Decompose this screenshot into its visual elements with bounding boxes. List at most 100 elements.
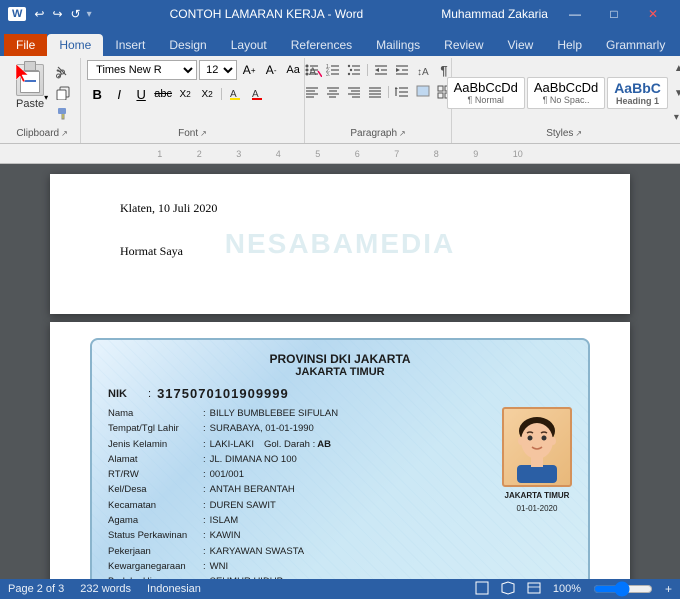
- letter-blank1: [120, 220, 560, 242]
- clipboard-group: Paste ▾ Clipboard ↗: [4, 58, 81, 143]
- font-group-content: Times New R 12 A+ A- Aa A B I U abc X2 X…: [87, 60, 298, 126]
- copy-button[interactable]: [52, 83, 74, 103]
- font-label: Font ↗: [87, 126, 298, 141]
- italic-button[interactable]: I: [109, 84, 129, 104]
- paste-button[interactable]: Paste ▾: [10, 60, 50, 114]
- font-expand-icon[interactable]: ↗: [200, 129, 207, 138]
- ktp-field-perkawinan: Status Perkawinan : KAWIN: [108, 529, 492, 542]
- ktp-photo-date: 01-01-2020: [517, 504, 558, 513]
- page-info: Page 2 of 3: [8, 583, 64, 595]
- align-center-button[interactable]: [323, 82, 343, 102]
- zoom-slider[interactable]: [593, 583, 653, 595]
- ribbon-tabs: File Home Insert Design Layout Reference…: [0, 28, 680, 56]
- tab-layout[interactable]: Layout: [219, 34, 279, 56]
- letter-date: Klaten, 10 Juli 2020: [120, 198, 560, 220]
- tab-mailings[interactable]: Mailings: [364, 34, 432, 56]
- subscript-button[interactable]: X2: [175, 84, 195, 104]
- styles-gallery-expand[interactable]: ▾: [674, 112, 680, 123]
- ktp-photo-area: JAKARTA TIMUR 01-01-2020: [502, 407, 572, 579]
- decrease-indent-button[interactable]: [371, 60, 391, 80]
- para-group-content: 1.2.3. ↕A ¶: [302, 60, 454, 126]
- line-spacing-button[interactable]: [392, 82, 412, 102]
- tab-grammarly[interactable]: Grammarly: [594, 34, 677, 56]
- sort-button[interactable]: ↕A: [413, 60, 433, 80]
- clipboard-group-content: Paste ▾: [10, 60, 74, 126]
- style-normal[interactable]: AaBbCcDd ¶ Normal: [447, 77, 525, 109]
- tab-insert[interactable]: Insert: [103, 34, 157, 56]
- align-left-button[interactable]: [302, 82, 322, 102]
- ktp-field-kecamatan: Kecamatan : DUREN SAWIT: [108, 499, 492, 512]
- letter-blank2: [120, 263, 560, 285]
- font-size-selector[interactable]: 12: [199, 60, 237, 80]
- ktp-body: Nama : BILLY BUMBLEBEE SIFULAN Tempat/Tg…: [108, 407, 572, 579]
- cut-button[interactable]: [52, 62, 74, 82]
- clipboard-expand-icon[interactable]: ↗: [61, 129, 68, 138]
- strikethrough-button[interactable]: abc: [153, 84, 173, 104]
- minimize-button[interactable]: —: [556, 0, 594, 28]
- quick-access-more[interactable]: ▾: [87, 9, 92, 20]
- style-heading1-preview: AaBbC: [614, 80, 661, 96]
- underline-button[interactable]: U: [131, 84, 151, 104]
- tab-help[interactable]: Help: [545, 34, 594, 56]
- format-painter-button[interactable]: [52, 104, 74, 124]
- ktp-nik-row: NIK : 3175070101909999: [108, 386, 572, 401]
- word-count: 232 words: [80, 583, 131, 595]
- repeat-button[interactable]: ↺: [69, 7, 83, 21]
- close-button[interactable]: ✕: [634, 0, 672, 28]
- numbered-list-button[interactable]: 1.2.3.: [323, 60, 343, 80]
- font-row2: B I U abc X2 X2 A A: [87, 84, 268, 104]
- window-controls: — □ ✕: [556, 0, 672, 28]
- justify-button[interactable]: [365, 82, 385, 102]
- bullet-list-button[interactable]: [302, 60, 322, 80]
- tab-view[interactable]: View: [496, 34, 546, 56]
- font-shrink-button[interactable]: A-: [261, 60, 281, 80]
- align-right-button[interactable]: [344, 82, 364, 102]
- style-heading1[interactable]: AaBbC Heading 1: [607, 77, 668, 109]
- tab-references[interactable]: References: [279, 34, 364, 56]
- paste-dropdown-icon[interactable]: ▾: [44, 93, 48, 102]
- tab-design[interactable]: Design: [157, 34, 218, 56]
- svg-text:3.: 3.: [326, 72, 330, 77]
- redo-button[interactable]: ↪: [50, 7, 64, 21]
- maximize-button[interactable]: □: [595, 0, 633, 28]
- zoom-in-icon[interactable]: +: [665, 582, 672, 596]
- change-case-button[interactable]: Aa: [283, 60, 303, 80]
- para-expand-icon[interactable]: ↗: [399, 129, 406, 138]
- multilevel-list-button[interactable]: [344, 60, 364, 80]
- view-mode[interactable]: [475, 581, 489, 598]
- increase-indent-button[interactable]: [392, 60, 412, 80]
- styles-expand-icon[interactable]: ↗: [575, 129, 582, 138]
- styles-scroll-down[interactable]: ▼: [674, 88, 680, 99]
- font-grow-button[interactable]: A+: [239, 60, 259, 80]
- tab-review[interactable]: Review: [432, 34, 495, 56]
- font-divider1: [221, 88, 222, 100]
- superscript-button[interactable]: X2: [197, 84, 217, 104]
- text-highlight-button[interactable]: A: [226, 84, 246, 104]
- para-divider1: [367, 64, 368, 76]
- ktp-provinsi: PROVINSI DKI JAKARTA: [108, 352, 572, 366]
- document-title: CONTOH LAMARAN KERJA - Word: [170, 7, 364, 21]
- font-group: Times New R 12 A+ A- Aa A B I U abc X2 X…: [81, 58, 305, 143]
- style-heading1-label: Heading 1: [614, 96, 661, 106]
- title-bar-right: Muhammad Zakaria — □ ✕: [441, 0, 672, 28]
- bold-button[interactable]: B: [87, 84, 107, 104]
- styles-gallery: AaBbCcDd ¶ Normal AaBbCcDd ¶ No Spac.. A…: [445, 75, 670, 111]
- status-right: 100% +: [475, 581, 672, 598]
- ktp-page[interactable]: PROVINSI DKI JAKARTA JAKARTA TIMUR NIK :…: [50, 322, 630, 579]
- style-nospacing[interactable]: AaBbCcDd ¶ No Spac..: [527, 77, 605, 109]
- undo-button[interactable]: ↩: [32, 7, 46, 21]
- paste-label: Paste: [16, 98, 44, 110]
- tab-home[interactable]: Home: [47, 34, 103, 56]
- styles-group: AaBbCcDd ¶ Normal AaBbCcDd ¶ No Spac.. A…: [452, 58, 676, 143]
- read-mode-icon[interactable]: [501, 581, 515, 598]
- web-view-icon[interactable]: [527, 581, 541, 598]
- shading-button[interactable]: [413, 82, 433, 102]
- ktp-field-pekerjaan: Pekerjaan : KARYAWAN SWASTA: [108, 545, 492, 558]
- tab-file[interactable]: File: [4, 34, 47, 56]
- font-color-button[interactable]: A: [248, 84, 268, 104]
- font-name-selector[interactable]: Times New R: [87, 60, 197, 80]
- letter-page[interactable]: NESABAMEDIA Klaten, 10 Juli 2020 Hormat …: [50, 174, 630, 314]
- zoom-level[interactable]: 100%: [553, 583, 581, 595]
- ktp-nik-value: 3175070101909999: [157, 386, 289, 401]
- styles-scroll-up[interactable]: ▲: [674, 63, 680, 74]
